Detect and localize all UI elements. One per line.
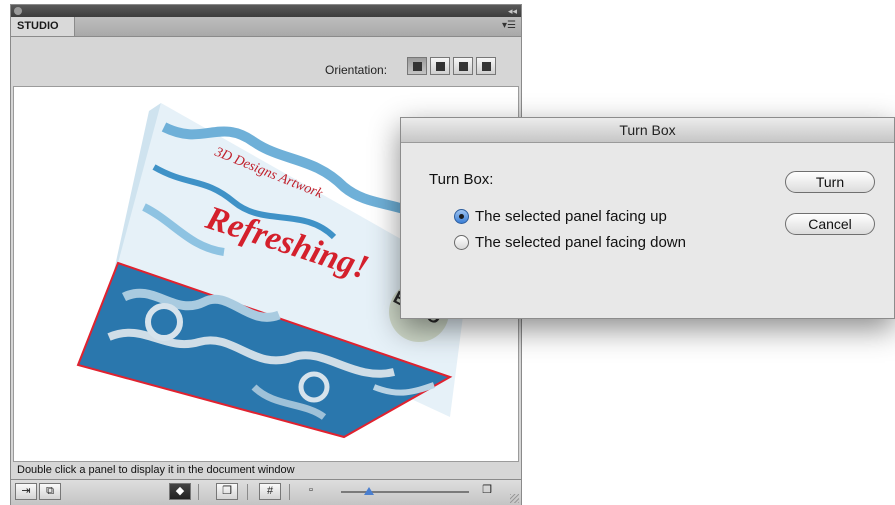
- export-icon[interactable]: ⇥: [15, 483, 37, 500]
- turn-button[interactable]: Turn: [785, 171, 875, 193]
- divider: [198, 484, 199, 500]
- panel-bottom-toolbar: ⇥ ⧉ ◆ ❒ # ▫ ❒: [11, 479, 521, 505]
- radio-label: The selected panel facing up: [475, 208, 667, 225]
- cancel-button[interactable]: Cancel: [785, 213, 875, 235]
- orient-top-icon: [459, 62, 468, 71]
- orient-top-button[interactable]: [453, 57, 473, 75]
- orientation-label: Orientation:: [325, 63, 388, 77]
- tab-studio[interactable]: STUDIO: [11, 17, 75, 36]
- orient-front-button[interactable]: [407, 57, 427, 75]
- radio-button-selected[interactable]: [454, 209, 469, 224]
- zoom-out-icon[interactable]: ▫: [303, 483, 319, 500]
- box-view-icon[interactable]: ❒: [216, 483, 238, 500]
- orient-front-icon: [413, 62, 422, 71]
- orient-right-icon: [482, 62, 491, 71]
- turn-box-dialog: Turn Box Turn Box: The selected panel fa…: [400, 117, 895, 319]
- close-icon[interactable]: [14, 7, 22, 15]
- radio-facing-up[interactable]: The selected panel facing up: [454, 208, 667, 225]
- orient-right-button[interactable]: [476, 57, 496, 75]
- link-icon[interactable]: ⧉: [39, 483, 61, 500]
- collapse-arrows-icon[interactable]: ◂◂: [508, 5, 517, 17]
- status-hint: Double click a panel to display it in th…: [17, 464, 295, 476]
- radio-facing-down[interactable]: The selected panel facing down: [454, 234, 686, 251]
- shaded-view-icon[interactable]: ◆: [169, 483, 191, 500]
- panel-menu-icon[interactable]: ▾☰: [502, 20, 516, 31]
- zoom-slider-track[interactable]: [341, 491, 469, 493]
- radio-label: The selected panel facing down: [475, 234, 686, 251]
- zoom-slider-thumb[interactable]: [364, 487, 375, 495]
- orient-left-icon: [436, 62, 445, 71]
- dialog-title: Turn Box: [401, 118, 894, 143]
- resize-grip-icon[interactable]: [510, 494, 519, 503]
- zoom-in-icon[interactable]: ❒: [478, 483, 496, 500]
- radio-button[interactable]: [454, 235, 469, 250]
- divider: [289, 484, 290, 500]
- divider: [247, 484, 248, 500]
- grid-icon[interactable]: #: [259, 483, 281, 500]
- turn-box-label: Turn Box:: [429, 171, 494, 188]
- tab-bar: STUDIO ▾☰: [11, 17, 521, 37]
- orient-left-button[interactable]: [430, 57, 450, 75]
- panel-title-bar: ◂◂: [11, 5, 521, 17]
